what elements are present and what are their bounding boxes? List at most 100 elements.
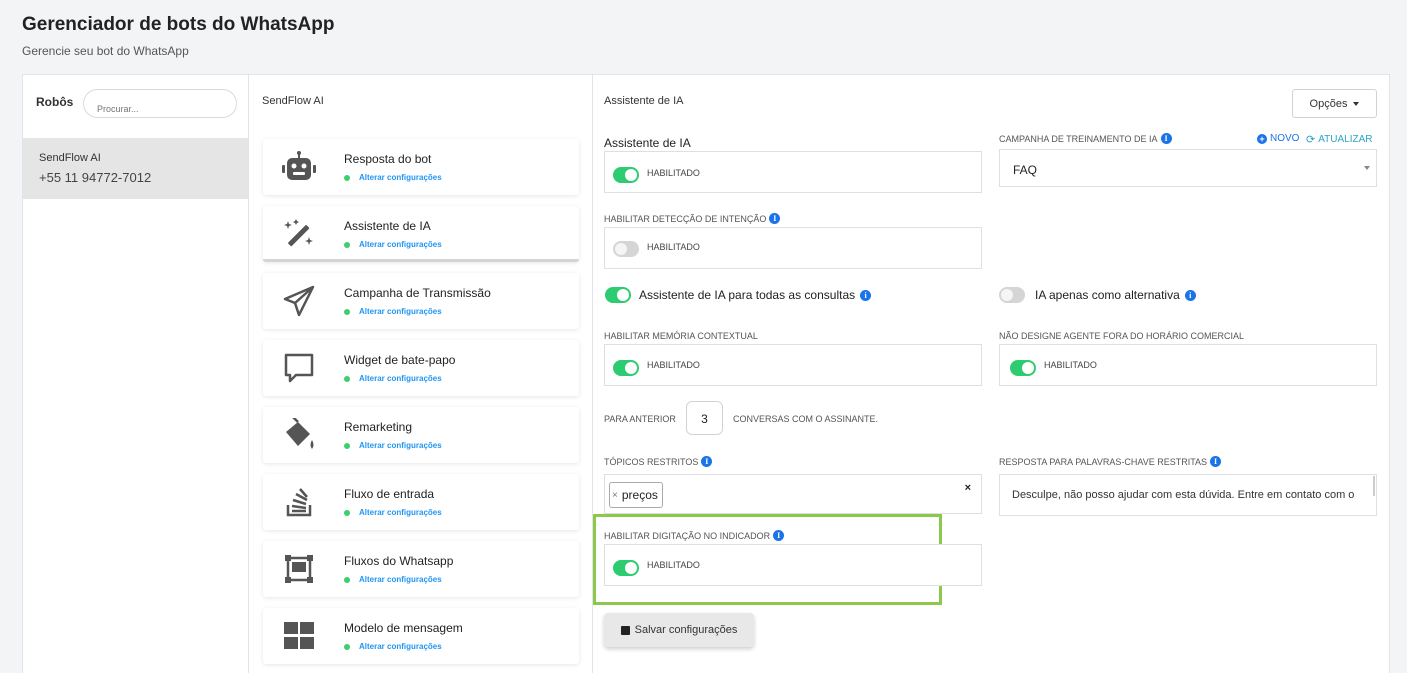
- menu-card-ai-assistant[interactable]: Assistente de IA Alterar configurações: [263, 206, 579, 262]
- topic-tag-label: preços: [621, 488, 658, 502]
- stack-icon: [277, 482, 321, 522]
- magic-wand-icon: [277, 214, 321, 254]
- flow-icon: [277, 549, 321, 589]
- refresh-campaign-link[interactable]: ⟳ ATUALIZAR: [1306, 133, 1373, 146]
- menu-card-status[interactable]: Alterar configurações: [344, 508, 442, 517]
- menu-card-status-label: Alterar configurações: [359, 307, 442, 316]
- menu-card-status[interactable]: Alterar configurações: [344, 240, 442, 249]
- page-title: Gerenciador de bots do WhatsApp: [22, 14, 335, 35]
- all-queries-toggle[interactable]: [605, 287, 631, 303]
- info-icon: i: [860, 289, 872, 301]
- bot-menu-header: SendFlow AI: [262, 95, 324, 107]
- menu-card-title: Fluxo de entrada: [344, 487, 435, 501]
- info-icon: i: [1210, 456, 1222, 467]
- restricted-response-label: RESPOSTA PARA PALAVRAS-CHAVE RESTRITAS i: [999, 456, 1222, 467]
- status-dot-icon: [344, 174, 350, 181]
- robot-phone: +55 11 94772-7012: [39, 170, 152, 185]
- menu-card-status[interactable]: Alterar configurações: [344, 575, 442, 584]
- menu-card-status[interactable]: Alterar configurações: [344, 307, 442, 316]
- menu-card-status-label: Alterar configurações: [359, 441, 442, 450]
- robot-search-input[interactable]: [83, 89, 237, 118]
- menu-card-title: Assistente de IA: [344, 219, 431, 233]
- intent-detection-toggle-box: HABILITADO: [604, 227, 982, 269]
- menu-card-remarketing[interactable]: Remarketing Alterar configurações: [263, 407, 579, 463]
- menu-card-status-label: Alterar configurações: [359, 173, 442, 182]
- topic-tag: × preços: [609, 482, 663, 508]
- menu-card-status[interactable]: Alterar configurações: [344, 374, 442, 383]
- menu-card-inbound-flow[interactable]: Fluxo de entrada Alterar configurações: [263, 474, 579, 530]
- menu-card-status-label: Alterar configurações: [359, 240, 442, 249]
- plus-circle-icon: +: [1257, 133, 1267, 144]
- settings-header: Assistente de IA: [604, 95, 684, 107]
- new-campaign-link[interactable]: + NOVO: [1257, 133, 1299, 144]
- menu-card-status[interactable]: Alterar configurações: [344, 441, 442, 450]
- clear-topics-icon[interactable]: ×: [965, 482, 971, 494]
- robot-icon: [277, 147, 321, 187]
- history-suffix-label: CONVERSAS COM O ASSINANTE.: [733, 414, 879, 424]
- after-hours-toggle[interactable]: [1010, 360, 1036, 376]
- refresh-icon: ⟳: [1306, 134, 1316, 146]
- fallback-only-toggle[interactable]: [999, 287, 1025, 303]
- robots-label: Robôs: [36, 95, 74, 109]
- menu-card-status-label: Alterar configurações: [359, 575, 442, 584]
- menu-card-title: Remarketing: [344, 420, 413, 434]
- typing-indicator-label: HABILITAR DIGITAÇÃO NO INDICADOR i: [604, 530, 785, 541]
- after-hours-toggle-box: HABILITADO: [999, 344, 1377, 386]
- menu-card-chat-widget[interactable]: Widget de bate-papo Alterar configuraçõe…: [263, 340, 579, 396]
- status-dot-icon: [344, 308, 350, 315]
- menu-card-whatsapp-flows[interactable]: Fluxos do Whatsapp Alterar configurações: [263, 541, 579, 597]
- contextual-memory-toggle[interactable]: [613, 360, 639, 376]
- status-dot-icon: [344, 442, 350, 449]
- save-settings-button[interactable]: Salvar configurações: [604, 613, 754, 647]
- typing-indicator-toggle[interactable]: [613, 560, 639, 576]
- remove-tag-icon[interactable]: ×: [612, 490, 618, 501]
- toggle-label: HABILITADO: [647, 168, 700, 178]
- ai-assistant-toggle[interactable]: [613, 167, 639, 183]
- menu-card-title: Fluxos do Whatsapp: [344, 554, 454, 568]
- settings-panel: Assistente de IA Opções Assistente de IA…: [593, 74, 1390, 673]
- info-icon: i: [769, 213, 781, 224]
- menu-card-bot-response[interactable]: Resposta do bot Alterar configurações: [263, 139, 579, 195]
- options-button-label: Opções: [1309, 97, 1348, 110]
- grid-icon: [277, 616, 321, 656]
- contextual-memory-toggle-box: HABILITADO: [604, 344, 982, 386]
- caret-down-icon: [1364, 166, 1370, 170]
- menu-card-status[interactable]: Alterar configurações: [344, 173, 442, 182]
- paper-plane-icon: [277, 281, 321, 321]
- restricted-topics-input[interactable]: × preços ×: [604, 474, 982, 514]
- save-disk-icon: [620, 625, 630, 635]
- robot-list-item[interactable]: SendFlow AI +55 11 94772-7012: [23, 138, 248, 199]
- textarea-scrollbar[interactable]: [1373, 476, 1375, 496]
- history-prefix-label: PARA ANTERIOR: [604, 414, 676, 424]
- restricted-response-textarea[interactable]: Desculpe, não posso ajudar com esta dúvi…: [999, 474, 1377, 516]
- status-dot-icon: [344, 241, 350, 248]
- menu-card-title: Resposta do bot: [344, 152, 432, 166]
- menu-card-status-label: Alterar configurações: [359, 508, 442, 517]
- menu-card-broadcast-campaign[interactable]: Campanha de Transmissão Alterar configur…: [263, 273, 579, 329]
- options-dropdown-button[interactable]: Opções: [1292, 89, 1377, 118]
- robots-panel: Robôs SendFlow AI +55 11 94772-7012: [22, 74, 249, 673]
- save-button-label: Salvar configurações: [634, 624, 738, 636]
- caret-down-icon: [1353, 101, 1360, 106]
- training-campaign-select[interactable]: FAQ: [999, 149, 1377, 187]
- status-dot-icon: [344, 643, 350, 650]
- intent-detection-toggle[interactable]: [613, 241, 639, 257]
- toggle-label: HABILITADO: [647, 360, 700, 370]
- toggle-label: HABILITADO: [647, 242, 700, 252]
- paint-bucket-icon: [277, 415, 321, 455]
- history-count-input[interactable]: 3: [686, 401, 723, 435]
- menu-card-status-label: Alterar configurações: [359, 642, 442, 651]
- status-dot-icon: [344, 576, 350, 583]
- page-subtitle: Gerencie seu bot do WhatsApp: [22, 44, 189, 58]
- after-hours-label: NÃO DESIGNE AGENTE FORA DO HORÁRIO COMER…: [999, 331, 1245, 341]
- info-icon: i: [1160, 133, 1172, 144]
- robot-name: SendFlow AI: [39, 152, 101, 164]
- contextual-memory-label: HABILITAR MEMÓRIA CONTEXTUAL: [604, 331, 758, 341]
- fallback-only-label: IA apenas como alternativa i: [1035, 288, 1196, 302]
- menu-card-message-template[interactable]: Modelo de mensagem Alterar configurações: [263, 608, 579, 664]
- restricted-topics-label: TÓPICOS RESTRITOS i: [604, 456, 713, 467]
- typing-indicator-toggle-box: HABILITADO: [604, 544, 982, 586]
- all-queries-label: Assistente de IA para todas as consultas…: [639, 288, 872, 302]
- info-icon: i: [1184, 289, 1196, 301]
- menu-card-status[interactable]: Alterar configurações: [344, 642, 442, 651]
